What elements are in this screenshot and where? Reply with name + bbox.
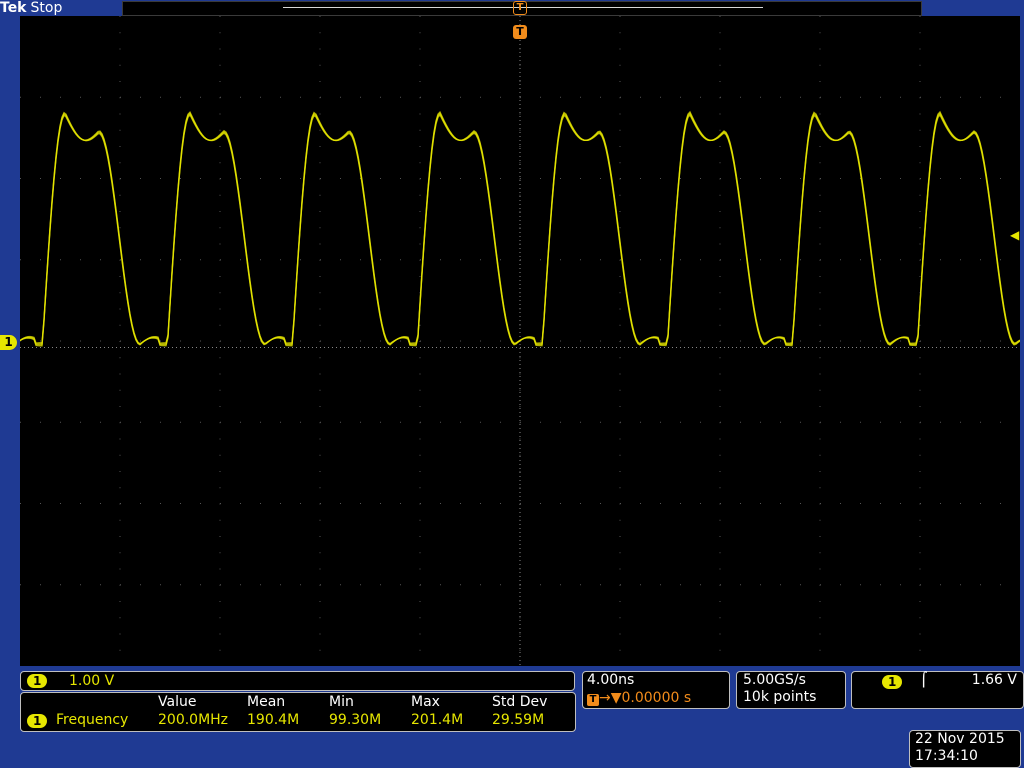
meas-header-value: Value (158, 694, 197, 710)
meas-header-stddev: Std Dev (492, 694, 548, 710)
datetime-panel: 22 Nov 2015 17:34:10 (909, 730, 1021, 768)
rising-edge-icon: ⌠ (920, 672, 928, 688)
trigger-source-badge: 1 (882, 675, 903, 689)
acquisition-status: Stop (30, 0, 63, 16)
brand-status: Tek Stop (0, 0, 62, 16)
meas-header-max: Max (411, 694, 440, 710)
brand-logo: Tek (0, 0, 27, 16)
meas-header-min: Min (329, 694, 354, 710)
meas-value: 200.0MHz (158, 712, 229, 728)
channel-1-badge: 1 (27, 674, 48, 688)
timebase-position: T →▼0.00000 s (587, 690, 691, 706)
ch1-waveform-trace (20, 113, 1020, 347)
horizontal-position: →▼0.00000 s (599, 690, 692, 706)
meas-channel-badge: 1 (27, 714, 48, 728)
meas-max: 201.4M (411, 712, 464, 728)
date: 22 Nov 2015 (915, 731, 1005, 747)
meas-min: 99.30M (329, 712, 382, 728)
trigger-level: 1.66 V (971, 672, 1017, 688)
meas-header-mean: Mean (247, 694, 286, 710)
trigger-level-arrow-icon[interactable]: ◀ (1010, 228, 1019, 242)
trigger-icon: T (587, 694, 599, 706)
meas-mean: 190.4M (247, 712, 300, 728)
graticule-svg (20, 16, 1020, 666)
acquisition-panel[interactable]: 5.00GS/s 10k points (736, 671, 846, 709)
timebase-panel[interactable]: 4.00ns T →▼0.00000 s (582, 671, 730, 709)
trigger-panel[interactable]: 1 ⌠ 1.66 V (851, 671, 1024, 709)
measurement-panel[interactable]: Value Mean Min Max Std Dev 1 Frequency 2… (20, 692, 576, 732)
channel-1-ground-marker[interactable]: 1 (0, 335, 17, 350)
trigger-position-marker[interactable]: T (513, 25, 527, 39)
channel-1-scale: 1.00 V (69, 673, 115, 689)
record-trigger-marker: T (513, 1, 527, 15)
channel-1-scale-panel[interactable]: 1 1.00 V (20, 671, 575, 691)
waveform-display[interactable] (20, 16, 1020, 666)
record-length: 10k points (743, 689, 817, 705)
sample-rate: 5.00GS/s (743, 672, 806, 688)
time: 17:34:10 (915, 748, 978, 764)
meas-name: Frequency (56, 712, 129, 728)
meas-stddev: 29.59M (492, 712, 545, 728)
timebase-scale: 4.00ns (587, 672, 635, 688)
